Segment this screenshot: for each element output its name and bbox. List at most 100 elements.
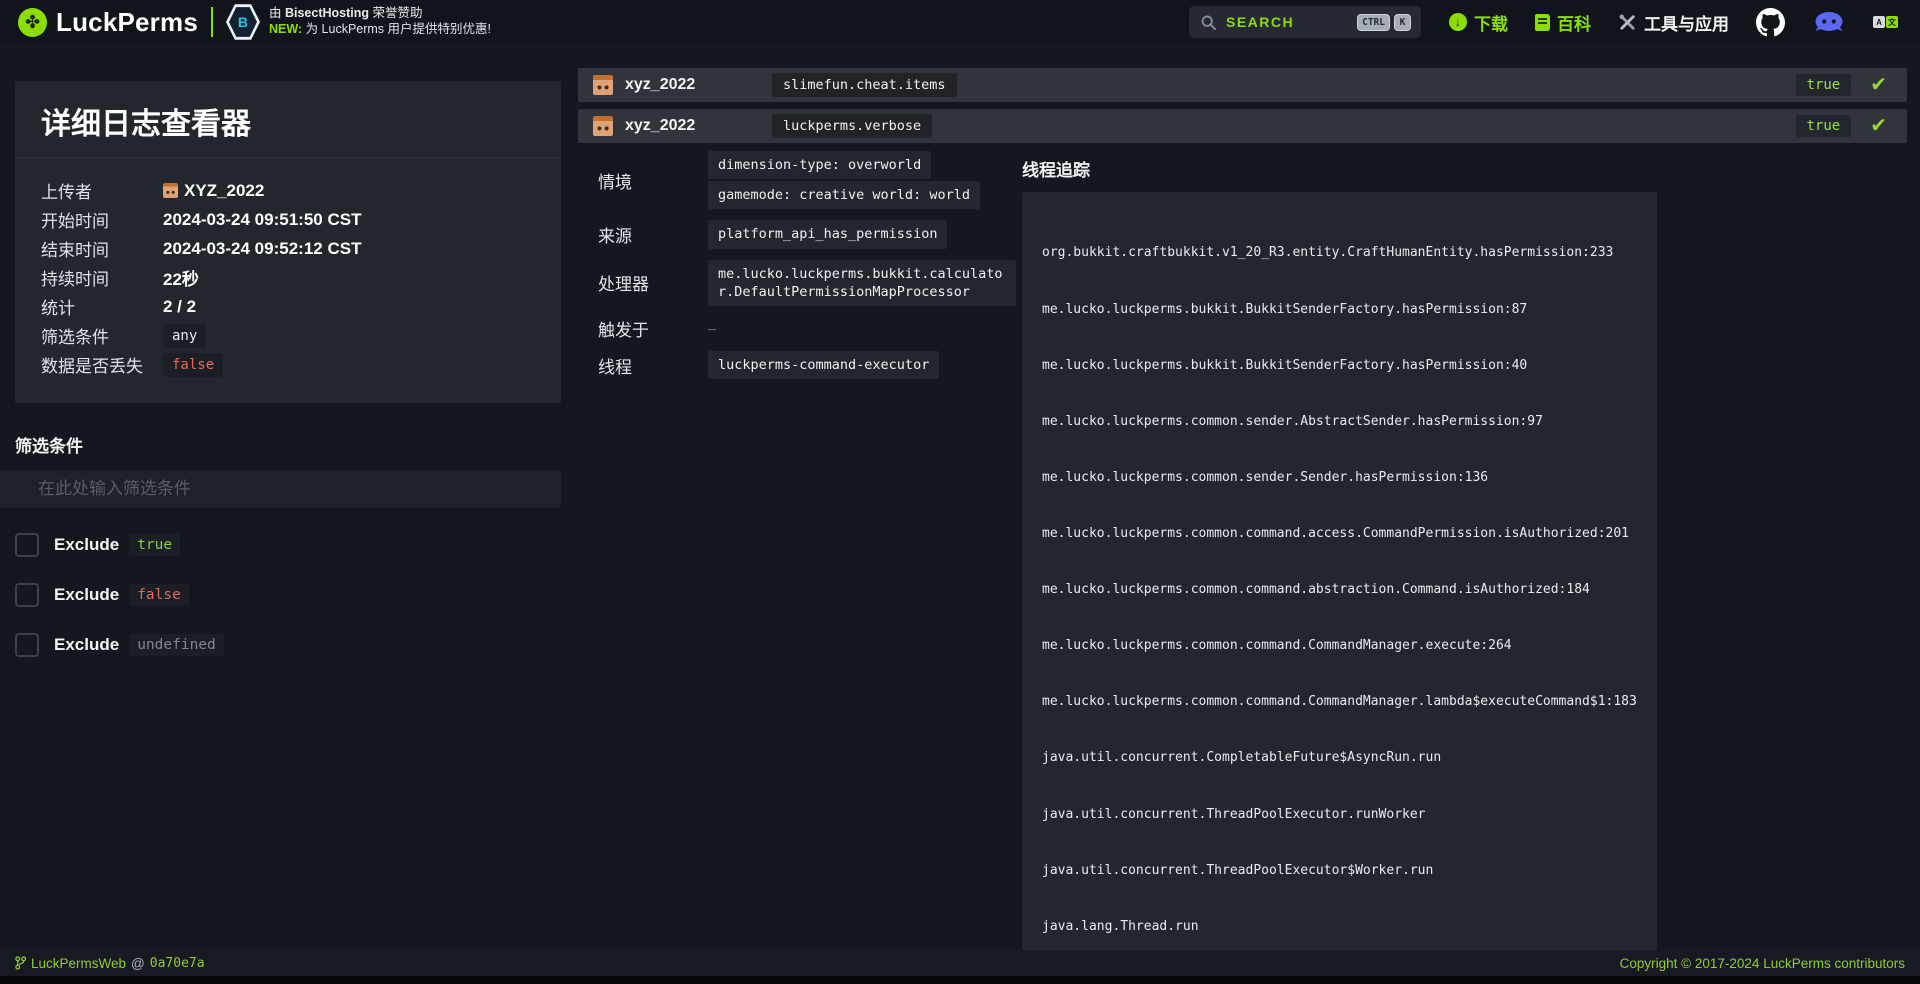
language-switcher[interactable]: A 文 (1873, 16, 1898, 28)
trace-line: me.lucko.luckperms.common.sender.Sender.… (1042, 469, 1637, 488)
sidebar: 详细日志查看器 上传者 XYZ_2022 开始时间 2024-03-24 09:… (0, 44, 578, 658)
field-caused-by: 触发于 — (598, 316, 1022, 341)
ctrl-keycap: CTRL (1357, 14, 1390, 31)
trace-line: java.util.concurrent.ThreadPoolExecutor$… (1042, 862, 1637, 881)
truncated-badge: false (163, 353, 223, 377)
meta-label: 上传者 (41, 178, 163, 203)
translate-a-icon: A (1873, 16, 1885, 28)
player-avatar (593, 75, 613, 95)
uploader-name: XYZ_2022 (184, 181, 264, 201)
meta-end-time: 结束时间 2024-03-24 09:52:12 CST (41, 234, 535, 263)
meta-label: 开始时间 (41, 207, 163, 232)
trace-line: me.lucko.luckperms.common.command.Comman… (1042, 637, 1637, 656)
sponsor-line1: 由 BisectHosting 荣誉赞助 (269, 6, 491, 22)
trace-line: java.util.concurrent.CompletableFuture$A… (1042, 749, 1637, 768)
meta-count: 统计 2 / 2 (41, 292, 535, 321)
page-title: 详细日志查看器 (15, 81, 561, 158)
exclude-undefined-checkbox[interactable] (15, 633, 39, 657)
exclude-true-row[interactable]: Exclude true (15, 532, 578, 558)
entry-detail: 情境 dimension-type: overworld gamemode: c… (578, 150, 1907, 984)
exclude-label: Exclude (54, 635, 119, 655)
footer-at: @ (131, 956, 145, 971)
exclude-false-checkbox[interactable] (15, 583, 39, 607)
bisecthosting-logo-icon[interactable]: B (226, 4, 260, 41)
search-button[interactable]: SEARCH CTRL K (1189, 6, 1421, 38)
nav-wiki[interactable]: 百科 (1535, 10, 1591, 35)
context-badge: dimension-type: overworld (708, 151, 931, 179)
thread-badge: luckperms-command-executor (708, 351, 939, 379)
field-thread: 线程 luckperms-command-executor (598, 350, 1022, 380)
trace-section: 线程追踪 org.bukkit.craftbukkit.v1_20_R3.ent… (1022, 150, 1907, 984)
footer: LuckPermsWeb @ 0a70e7a Copyright © 2017-… (0, 950, 1920, 976)
git-branch-icon (15, 956, 26, 970)
player-name: xyz_2022 (625, 76, 772, 94)
field-label: 触发于 (598, 316, 708, 341)
discord-link[interactable] (1812, 10, 1846, 34)
processor-badge: me.lucko.luckperms.bukkit.calculator.Def… (708, 260, 1016, 306)
uploader-avatar (163, 183, 178, 198)
trace-line: me.lucko.luckperms.common.sender.Abstrac… (1042, 413, 1637, 432)
trace-line: java.lang.Thread.run (1042, 918, 1637, 937)
trace-line: java.util.concurrent.ThreadPoolExecutor.… (1042, 806, 1637, 825)
filter-mode-badge: any (163, 324, 206, 348)
session-info-card: 详细日志查看器 上传者 XYZ_2022 开始时间 2024-03-24 09:… (15, 81, 561, 403)
navbar-divider (211, 7, 213, 37)
brand-title[interactable]: LuckPerms (56, 7, 198, 38)
meta-duration: 持续时间 22秒 (41, 263, 535, 292)
bisecthosting-logo-inner: B (229, 7, 257, 38)
meta-label: 筛选条件 (41, 323, 163, 348)
meta-filter-mode: 筛选条件 any (41, 321, 535, 350)
trace-line: me.lucko.luckperms.bukkit.BukkitSenderFa… (1042, 301, 1637, 320)
luckperms-logo-icon[interactable]: ✤ (18, 8, 47, 37)
result-badge: true (1796, 74, 1852, 96)
field-label: 来源 (598, 222, 708, 247)
trace-title: 线程追踪 (1022, 156, 1907, 181)
nav-download-label: 下载 (1474, 10, 1508, 35)
meta-truncated: 数据是否丢失 false (41, 350, 535, 379)
check-icon: ✔ (1870, 75, 1887, 95)
meta-label: 结束时间 (41, 236, 163, 261)
meta-value: 2 / 2 (163, 297, 196, 317)
field-context: 情境 dimension-type: overworld gamemode: c… (598, 150, 1022, 210)
exclude-false-row[interactable]: Exclude false (15, 582, 578, 608)
field-label: 线程 (598, 353, 708, 378)
field-label: 处理器 (598, 270, 708, 295)
trace-line: me.lucko.luckperms.bukkit.BukkitSenderFa… (1042, 357, 1637, 376)
log-entries: xyz_2022 slimefun.cheat.items true ✔ xyz… (578, 68, 1907, 984)
permission-badge: slimefun.cheat.items (772, 73, 957, 97)
exclude-undefined-row[interactable]: Exclude undefined (15, 632, 578, 658)
player-avatar (593, 116, 613, 136)
footer-copyright: Copyright © 2017-2024 LuckPerms contribu… (1620, 956, 1905, 971)
github-link[interactable] (1756, 8, 1785, 37)
search-icon (1201, 15, 1216, 30)
field-origin: 来源 platform_api_has_permission (598, 219, 1022, 249)
github-icon (1756, 8, 1785, 37)
filter-input[interactable] (0, 470, 561, 508)
navbar: ✤ LuckPerms B 由 BisectHosting 荣誉赞助 NEW: … (0, 0, 1920, 44)
trace-line: me.lucko.luckperms.common.command.access… (1042, 525, 1637, 544)
check-icon: ✔ (1870, 116, 1887, 136)
wiki-book-icon (1535, 14, 1550, 31)
detail-fields: 情境 dimension-type: overworld gamemode: c… (578, 150, 1022, 984)
permission-badge: luckperms.verbose (772, 114, 932, 138)
footer-version-link[interactable]: LuckPermsWeb @ 0a70e7a (15, 956, 205, 971)
meta-label: 数据是否丢失 (41, 352, 163, 377)
translate-wen-icon: 文 (1886, 16, 1898, 28)
context-badge: gamemode: creative world: world (708, 181, 980, 209)
trace-line: me.lucko.luckperms.common.command.Comman… (1042, 693, 1637, 712)
nav-download[interactable]: ↓ 下载 (1449, 10, 1508, 35)
nav-links: ↓ 下载 百科 工具与应用 (1449, 8, 1898, 37)
footer-commit-hash[interactable]: 0a70e7a (150, 956, 205, 971)
meta-value: 2024-03-24 09:52:12 CST (163, 239, 361, 259)
exclude-true-checkbox[interactable] (15, 533, 39, 557)
sponsor-banner[interactable]: 由 BisectHosting 荣誉赞助 NEW: 为 LuckPerms 用户… (269, 6, 491, 37)
caused-by-value: — (708, 321, 716, 337)
nav-wiki-label: 百科 (1557, 10, 1591, 35)
result-badge: true (1796, 115, 1852, 137)
exclude-true-value: true (129, 534, 180, 556)
log-entry-row[interactable]: xyz_2022 luckperms.verbose true ✔ (578, 109, 1907, 143)
log-entry-row[interactable]: xyz_2022 slimefun.cheat.items true ✔ (578, 68, 1907, 102)
sponsor-line2: NEW: 为 LuckPerms 用户提供特别优惠! (269, 22, 491, 38)
trace-line: org.bukkit.craftbukkit.v1_20_R3.entity.C… (1042, 244, 1637, 263)
nav-tools[interactable]: 工具与应用 (1618, 10, 1729, 35)
